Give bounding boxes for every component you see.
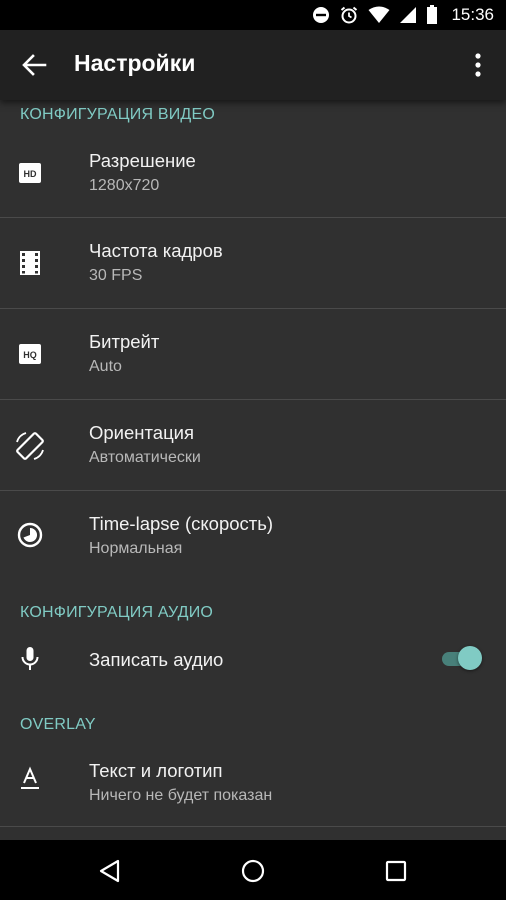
setting-timelapse[interactable]: Time-lapse (скорость) Нормальная: [0, 491, 506, 581]
battery-icon: [426, 5, 438, 25]
setting-title: Разрешение: [89, 150, 196, 171]
recents-nav-icon[interactable]: [383, 858, 409, 884]
do-not-disturb-icon: [312, 6, 330, 24]
setting-title: Записать аудио: [89, 649, 224, 670]
section-header-audio: КОНФИГУРАЦИЯ АУДИО: [20, 604, 214, 621]
divider: [0, 826, 506, 827]
alarm-icon: [339, 5, 359, 25]
setting-title: Time-lapse (скорость): [89, 513, 274, 534]
setting-value: Нормальная: [89, 540, 183, 557]
status-bar: 15:36: [0, 0, 506, 30]
app-bar: Настройки: [0, 30, 506, 100]
setting-text-logo[interactable]: Текст и логотип Ничего не будет показан: [0, 744, 506, 826]
film-icon: [17, 250, 43, 276]
more-vert-icon[interactable]: [468, 52, 488, 78]
setting-title: Частота кадров: [89, 240, 223, 261]
svg-text:HQ: HQ: [23, 350, 37, 360]
setting-value: 1280x720: [89, 177, 160, 194]
section-header-overlay: OVERLAY: [20, 716, 96, 733]
record-audio-toggle[interactable]: [440, 644, 482, 672]
arrow-back-icon[interactable]: [20, 52, 48, 78]
toggle-thumb: [458, 646, 482, 670]
navigation-bar: [0, 840, 506, 900]
text-format-icon: [17, 766, 43, 792]
setting-title: Ориентация: [89, 422, 195, 443]
setting-value: 30 FPS: [89, 267, 143, 284]
setting-frame-rate[interactable]: Частота кадров 30 FPS: [0, 218, 506, 308]
hq-icon: HQ: [17, 341, 43, 367]
signal-icon: [399, 6, 417, 24]
screen-rotation-icon: [14, 430, 46, 462]
back-nav-icon[interactable]: [97, 858, 123, 884]
svg-text:HD: HD: [24, 169, 37, 179]
setting-bitrate[interactable]: HQ Битрейт Auto: [0, 309, 506, 399]
setting-title: Текст и логотип: [89, 760, 223, 781]
section-header-video: КОНФИГУРАЦИЯ ВИДЕО: [20, 106, 215, 123]
setting-orientation[interactable]: Ориентация Автоматически: [0, 400, 506, 490]
setting-value: Автоматически: [89, 449, 201, 466]
timelapse-icon: [17, 522, 43, 548]
page-title: Настройки: [74, 50, 196, 76]
wifi-icon: [368, 6, 390, 24]
home-nav-icon[interactable]: [240, 858, 266, 884]
setting-record-audio[interactable]: Записать аудио: [0, 630, 506, 688]
setting-resolution[interactable]: HD Разрешение 1280x720: [0, 136, 506, 218]
hd-icon: HD: [17, 160, 43, 186]
setting-title: Битрейт: [89, 331, 160, 352]
mic-icon: [17, 646, 43, 672]
setting-value: Ничего не будет показан: [89, 787, 273, 804]
setting-value: Auto: [89, 358, 122, 375]
status-time: 15:36: [451, 5, 494, 24]
settings-list: КОНФИГУРАЦИЯ ВИДЕО HD Разрешение 1280x72…: [0, 100, 506, 840]
